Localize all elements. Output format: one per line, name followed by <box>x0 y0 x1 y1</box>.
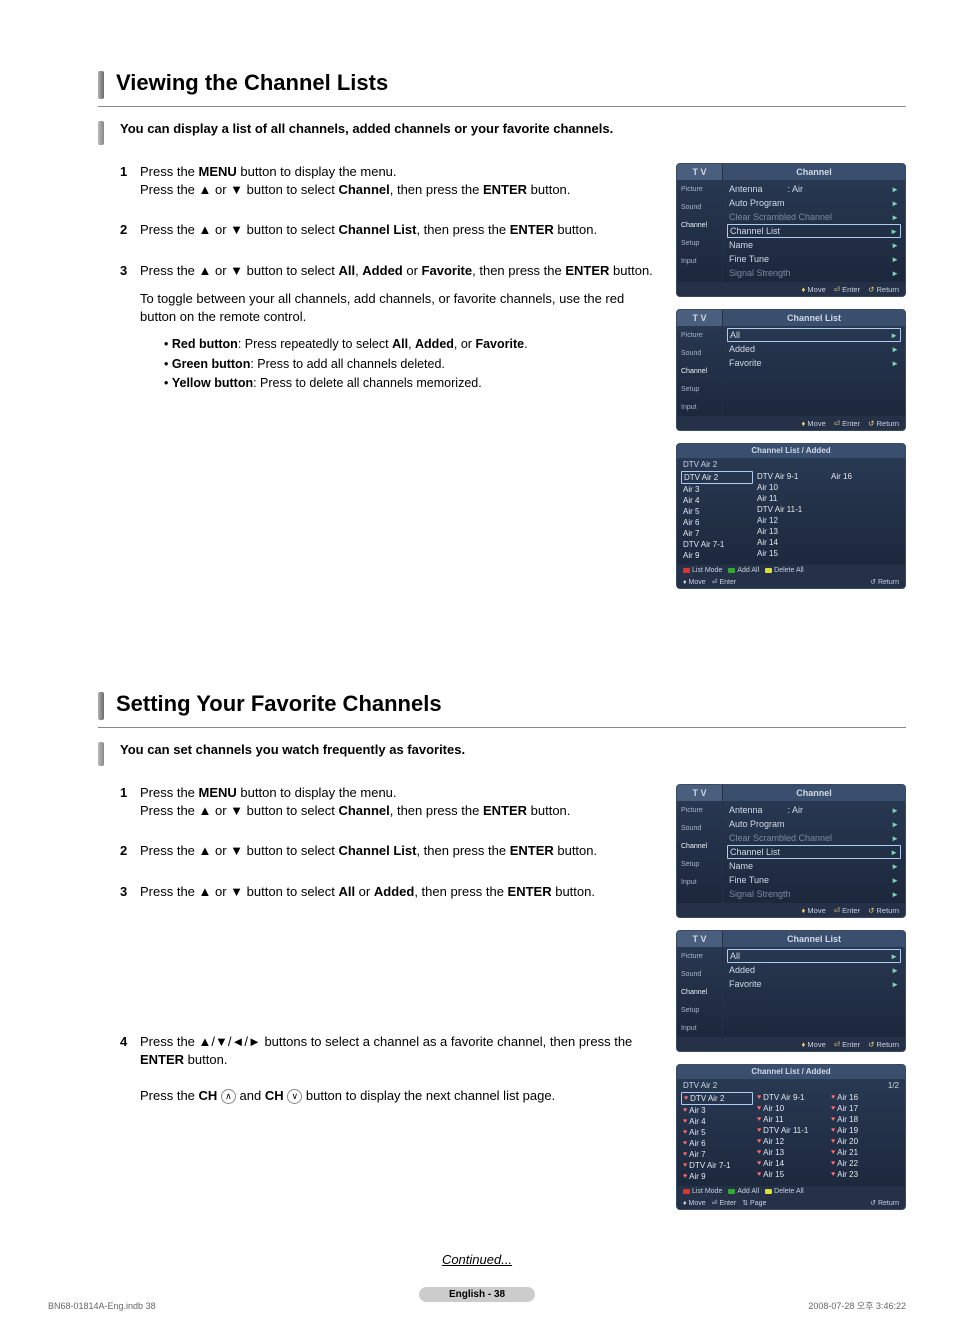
channel-item: ♥Air 4 <box>681 1116 753 1127</box>
channel-item <box>829 515 901 526</box>
channel-item: ♥Air 15 <box>755 1169 827 1180</box>
channel-item: Air 11 <box>755 493 827 504</box>
channel-item: DTV Air 9-1 <box>755 471 827 482</box>
channel-item: ♥DTV Air 9-1 <box>755 1092 827 1103</box>
channel-item: ♥Air 17 <box>829 1103 901 1114</box>
step-body: Press the ▲ or ▼ button to select All or… <box>140 883 660 901</box>
continued-label: Continued... <box>48 1252 906 1267</box>
channel-item: Air 14 <box>755 537 827 548</box>
channel-item: Air 7 <box>681 528 753 539</box>
channel-item: Air 3 <box>681 484 753 495</box>
channel-item: Air 6 <box>681 517 753 528</box>
channel-item: Air 16 <box>829 471 901 482</box>
channel-item: ♥Air 23 <box>829 1169 901 1180</box>
osd-channel-menu: T VChannel Picture Sound Channel Setup I… <box>676 163 906 297</box>
osd-tab-channel: Channel <box>677 216 722 234</box>
ch-down-icon: ∨ <box>287 1089 302 1104</box>
osd-channel-list-table: Channel List / Added DTV Air 2 DTV Air 2… <box>676 443 906 589</box>
channel-item: ♥Air 11 <box>755 1114 827 1125</box>
ch-up-icon: ∧ <box>221 1089 236 1104</box>
channel-item: ♥DTV Air 2 <box>681 1092 753 1105</box>
step-number: 2 <box>120 842 140 860</box>
channel-item <box>829 548 901 559</box>
osd-tab-picture: Picture <box>677 180 722 198</box>
channel-item <box>829 537 901 548</box>
section-bar-icon <box>98 71 104 99</box>
step-body: Press the ▲ or ▼ button to select Channe… <box>140 221 660 239</box>
channel-item: Air 5 <box>681 506 753 517</box>
section2-title: Setting Your Favorite Channels <box>116 691 442 721</box>
channel-item: ♥Air 7 <box>681 1149 753 1160</box>
channel-item: ♥Air 19 <box>829 1125 901 1136</box>
step-number: 1 <box>120 784 140 820</box>
channel-item: Air 10 <box>755 482 827 493</box>
channel-item: DTV Air 11-1 <box>755 504 827 515</box>
step-number: 1 <box>120 163 140 199</box>
channel-item <box>829 504 901 515</box>
document-footer: BN68-01814A-Eng.indb 38 2008-07-28 오후 3:… <box>48 1299 906 1312</box>
channel-item: Air 13 <box>755 526 827 537</box>
channel-item: ♥Air 16 <box>829 1092 901 1103</box>
channel-item: ♥Air 14 <box>755 1158 827 1169</box>
channel-item <box>829 482 901 493</box>
step-body: Press the MENU button to display the men… <box>140 163 660 199</box>
osd-tab-input: Input <box>677 252 722 270</box>
step-body: Press the ▲/▼/◄/► buttons to select a ch… <box>140 1033 660 1106</box>
channel-item <box>829 493 901 504</box>
channel-item: ♥Air 10 <box>755 1103 827 1114</box>
section-bar-icon <box>98 692 104 720</box>
channel-item: ♥Air 13 <box>755 1147 827 1158</box>
section2-intro: You can set channels you watch frequentl… <box>120 742 465 757</box>
channel-item: ♥Air 22 <box>829 1158 901 1169</box>
channel-item: ♥DTV Air 11-1 <box>755 1125 827 1136</box>
step-number: 4 <box>120 1033 140 1106</box>
channel-item: ♥Air 9 <box>681 1171 753 1182</box>
osd-channel-list-table: Channel List / Added DTV Air 21/2 ♥DTV A… <box>676 1064 906 1210</box>
channel-item: Air 4 <box>681 495 753 506</box>
channel-item: ♥Air 12 <box>755 1136 827 1147</box>
channel-item: DTV Air 7-1 <box>681 539 753 550</box>
channel-item: ♥Air 5 <box>681 1127 753 1138</box>
step-body: Press the ▲ or ▼ button to select Channe… <box>140 842 660 860</box>
osd-tab-sound: Sound <box>677 198 722 216</box>
step-body: Press the MENU button to display the men… <box>140 784 660 820</box>
channel-item: ♥Air 20 <box>829 1136 901 1147</box>
channel-item: ♥Air 6 <box>681 1138 753 1149</box>
channel-item <box>829 526 901 537</box>
channel-item: Air 15 <box>755 548 827 559</box>
channel-item: ♥Air 21 <box>829 1147 901 1158</box>
channel-item: Air 12 <box>755 515 827 526</box>
intro-bar-icon <box>98 742 104 766</box>
channel-item: ♥Air 18 <box>829 1114 901 1125</box>
osd-channel-list-menu: T VChannel List Picture Sound Channel Se… <box>676 930 906 1052</box>
step-number: 3 <box>120 262 140 395</box>
step-body: Press the ▲ or ▼ button to select All, A… <box>140 262 660 395</box>
osd-channel-menu: T VChannel Picture Sound Channel Setup I… <box>676 784 906 918</box>
section1-title: Viewing the Channel Lists <box>116 70 388 100</box>
step-number: 2 <box>120 221 140 239</box>
osd-channel-list-menu: T VChannel List Picture Sound Channel Se… <box>676 309 906 431</box>
section1-intro: You can display a list of all channels, … <box>120 121 613 136</box>
intro-bar-icon <box>98 121 104 145</box>
channel-item: Air 9 <box>681 550 753 561</box>
channel-item: DTV Air 2 <box>681 471 753 484</box>
channel-item: ♥DTV Air 7-1 <box>681 1160 753 1171</box>
step-number: 3 <box>120 883 140 901</box>
channel-item: ♥Air 3 <box>681 1105 753 1116</box>
osd-tab-setup: Setup <box>677 234 722 252</box>
